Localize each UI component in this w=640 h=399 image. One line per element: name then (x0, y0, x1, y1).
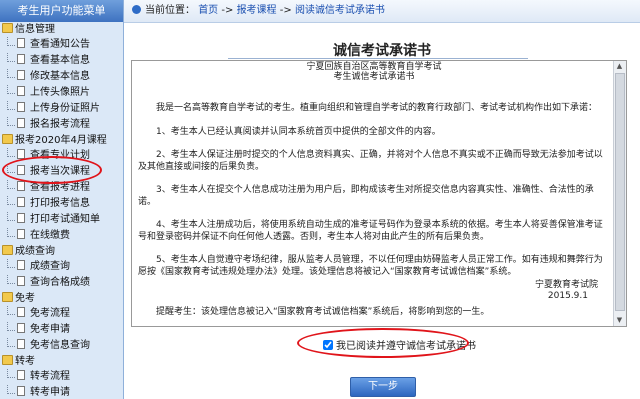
sidebar-item-label: 查看基本信息 (30, 55, 90, 66)
sidebar-item-score-query[interactable]: 成绩查询 (0, 259, 123, 275)
sidebar-item-label: 报名报考流程 (30, 119, 90, 130)
document-icon (17, 118, 25, 128)
document-icon (17, 70, 25, 80)
scroll-up-icon[interactable]: ▲ (614, 61, 625, 72)
sidebar-menu: 考生用户功能菜单 信息管理 查看通知公告 查看基本信息 修改基本信息 上传头像照… (0, 0, 124, 399)
document-icon (17, 54, 25, 64)
breadcrumb-current: 阅读诚信考试承诺书 (294, 5, 385, 16)
sidebar-group-scores[interactable]: 成绩查询 (0, 244, 123, 259)
sidebar-item-label: 转考流程 (30, 371, 70, 382)
doc-heading-org: 宁夏回族自治区高等教育自学考试 (306, 62, 442, 72)
document-icon (17, 276, 25, 286)
doc-paragraph-intro: 我是一名高等教育自学考试的考生。植重向组织和管理自学考试的教育行政部门、考试考试… (156, 103, 598, 113)
sidebar-item-exempt-query[interactable]: 免考信息查询 (0, 338, 123, 354)
doc-paragraph-5: 5、考生本人自觉遵守考场纪律，服从监考人员管理，不以任何理由妨碍监考人员正常工作… (138, 255, 603, 277)
sidebar-group-label: 报考2020年4月课程 (15, 135, 107, 146)
highlight-oval-enroll (2, 156, 102, 184)
sidebar-item-label: 查看通知公告 (30, 39, 90, 50)
location-icon (132, 5, 141, 14)
doc-heading-title: 考生诚信考试承诺书 (333, 72, 415, 82)
sidebar-item-print-enroll[interactable]: 打印报考信息 (0, 196, 123, 212)
pledge-document-box[interactable]: 宁夏回族自治区高等教育自学考试 考生诚信考试承诺书 我是一名高等教育自学考试的考… (131, 60, 627, 327)
sidebar-item-reg-flow[interactable]: 报名报考流程 (0, 117, 123, 133)
sidebar-item-transfer-flow[interactable]: 转考流程 (0, 369, 123, 385)
document-icon (17, 38, 25, 48)
sidebar-item-label: 打印报考信息 (30, 198, 90, 209)
breadcrumb-enroll[interactable]: 报考课程 (237, 5, 277, 16)
breadcrumb-separator: -> (279, 5, 292, 16)
next-button[interactable]: 下一步 (350, 377, 416, 397)
page-title: 诚信考试承诺书 (333, 43, 431, 59)
sidebar-item-print-notice[interactable]: 打印考试通知单 (0, 212, 123, 228)
document-icon (17, 323, 25, 333)
document-icon (17, 197, 25, 207)
breadcrumb-home[interactable]: 首页 (198, 5, 218, 16)
doc-paragraph-1: 1、考生本人已经认真阅读并认同本系统首页中提供的全部文件的内容。 (156, 127, 441, 137)
sidebar-item-label: 上传头像照片 (30, 87, 90, 98)
sidebar-item-exempt-apply[interactable]: 免考申请 (0, 322, 123, 338)
sidebar-item-label: 免考申请 (30, 324, 70, 335)
sidebar-item-edit-info[interactable]: 修改基本信息 (0, 69, 123, 85)
doc-paragraph-3: 3、考生本人在提交个人信息成功注册为用户后，即构成该考生对所提交信息内容真实性、… (138, 185, 594, 207)
sidebar-item-pay-online[interactable]: 在线缴费 (0, 228, 123, 244)
highlight-oval-agree (297, 328, 469, 358)
folder-icon (2, 23, 13, 33)
sidebar-item-label: 上传身份证照片 (30, 103, 100, 114)
sidebar-group-transfer[interactable]: 转考 (0, 354, 123, 369)
sidebar-item-label: 转考申请 (30, 387, 70, 398)
document-icon (17, 102, 25, 112)
document-scrollbar[interactable]: ▲ ▼ (613, 61, 626, 326)
sidebar-item-label: 修改基本信息 (30, 71, 90, 82)
document-icon (17, 260, 25, 270)
scrollbar-thumb[interactable] (615, 73, 625, 311)
sidebar-item-view-info[interactable]: 查看基本信息 (0, 53, 123, 69)
document-icon (17, 339, 25, 349)
sidebar-item-upload-id[interactable]: 上传身份证照片 (0, 101, 123, 117)
folder-icon (2, 292, 13, 302)
document-icon (17, 86, 25, 96)
scroll-down-icon[interactable]: ▼ (614, 315, 625, 326)
doc-paragraph-4: 4、考生本人注册成功后，将使用系统自动生成的准考证号码作为登录本系统的依据。考生… (138, 220, 603, 242)
title-divider (228, 58, 528, 59)
pledge-document-text: 宁夏回族自治区高等教育自学考试 考生诚信考试承诺书 我是一名高等教育自学考试的考… (138, 61, 610, 318)
doc-reminder: 提醒考生：该处理信息被记入“国家教育考试诚信档案”系统后，将影响到您的一生。 (156, 307, 490, 317)
sidebar-item-exempt-flow[interactable]: 免考流程 (0, 306, 123, 322)
folder-icon (2, 134, 13, 144)
folder-icon (2, 355, 13, 365)
breadcrumb: 当前位置： 首页 -> 报考课程 -> 阅读诚信考试承诺书 (124, 0, 640, 23)
sidebar-group-exempt[interactable]: 免考 (0, 291, 123, 306)
document-icon (17, 229, 25, 239)
document-icon (17, 386, 25, 396)
sidebar-group-enroll[interactable]: 报考2020年4月课程 (0, 133, 123, 148)
sidebar-header: 考生用户功能菜单 (0, 0, 123, 22)
sidebar-item-transfer-apply[interactable]: 转考申请 (0, 385, 123, 399)
doc-signature-date: 2015.9.1 (547, 291, 588, 301)
breadcrumb-prefix: 当前位置： (145, 5, 195, 16)
sidebar-item-pass-scores[interactable]: 查询合格成绩 (0, 275, 123, 291)
sidebar-group-info[interactable]: 信息管理 (0, 22, 123, 37)
document-icon (17, 213, 25, 223)
document-icon (17, 307, 25, 317)
sidebar-group-label: 免考 (15, 293, 35, 304)
sidebar-item-label: 免考流程 (30, 308, 70, 319)
document-icon (17, 181, 25, 191)
doc-signature-org: 宁夏教育考试院 (534, 280, 598, 290)
sidebar-item-label: 查询合格成绩 (30, 277, 90, 288)
sidebar-item-label: 免考信息查询 (30, 340, 90, 351)
sidebar-group-label: 成绩查询 (15, 246, 55, 257)
folder-icon (2, 245, 13, 255)
sidebar-item-label: 成绩查询 (30, 261, 70, 272)
sidebar-group-label: 信息管理 (15, 24, 55, 35)
sidebar-item-label: 在线缴费 (30, 230, 70, 241)
document-icon (17, 370, 25, 380)
sidebar-item-notices[interactable]: 查看通知公告 (0, 37, 123, 53)
breadcrumb-separator: -> (221, 5, 234, 16)
sidebar-item-upload-avatar[interactable]: 上传头像照片 (0, 85, 123, 101)
sidebar-group-label: 转考 (15, 356, 35, 367)
sidebar-item-label: 打印考试通知单 (30, 214, 100, 225)
doc-paragraph-2: 2、考生本人保证注册时提交的个人信息资料真实、正确，并将对个人信息不真实或不正确… (138, 150, 603, 172)
